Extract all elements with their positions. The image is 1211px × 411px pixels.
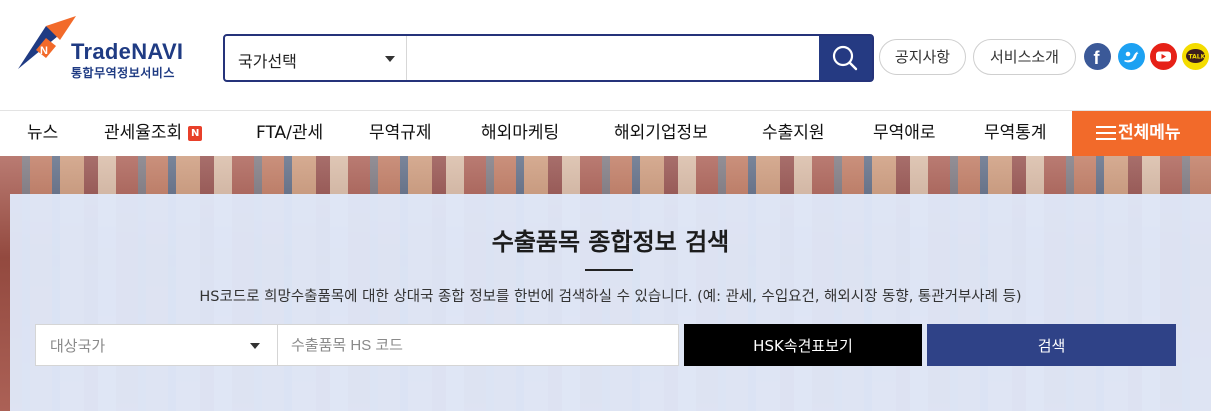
country-select-label: 국가선택 xyxy=(238,52,297,71)
service-intro-button[interactable]: 서비스소개 xyxy=(973,39,1076,75)
search-description: HS코드로 희망수출품목에 대한 상대국 종합 정보를 한번에 검색하실 수 있… xyxy=(199,289,1022,305)
target-country-label: 대상국가 xyxy=(50,337,106,355)
nav-item-trade-issues[interactable]: 무역애로 xyxy=(873,111,936,157)
hsk-table-button[interactable]: HSK속견표보기 xyxy=(684,324,922,366)
nav-item-news[interactable]: 뉴스 xyxy=(27,111,58,157)
logo-subtitle: 통합무역정보서비스 xyxy=(71,66,175,80)
all-menu-label: 전체메뉴 xyxy=(1118,123,1181,143)
notice-button[interactable]: 공지사항 xyxy=(879,39,966,75)
export-item-search-panel: 수출품목 종합정보 검색 HS코드로 희망수출품목에 대한 상대국 종합 정보를… xyxy=(10,194,1211,411)
logo-title: TradeNAVI xyxy=(71,39,184,64)
nav-item-fta-tariff[interactable]: FTA/관세 xyxy=(256,111,323,157)
nav-item-label: 관세율조회 xyxy=(104,123,183,143)
kakaotalk-icon[interactable]: TALK xyxy=(1182,43,1209,70)
hs-code-input[interactable] xyxy=(277,324,679,366)
tradenavi-logo[interactable]: N TradeNAVI 통합무역정보서비스 xyxy=(16,14,201,84)
logo-mark-icon: N xyxy=(18,16,76,69)
hero-background-image: 수출품목 종합정보 검색 HS코드로 희망수출품목에 대한 상대국 종합 정보를… xyxy=(0,156,1211,411)
svg-text:TALK: TALK xyxy=(1189,54,1206,61)
main-nav: 뉴스 관세율조회 N FTA/관세 무역규제 해외마케팅 해외기업정보 수출지원 … xyxy=(0,110,1211,157)
global-search-bar: 국가선택 xyxy=(223,34,874,82)
global-search-button[interactable] xyxy=(819,36,872,80)
country-select[interactable]: 국가선택 xyxy=(225,36,407,80)
new-badge: N xyxy=(188,126,203,141)
nav-item-tariff-lookup[interactable]: 관세율조회 N xyxy=(104,111,203,157)
search-button[interactable]: 검색 xyxy=(927,324,1176,366)
nav-item-export-support[interactable]: 수출지원 xyxy=(762,111,825,157)
svg-text:f: f xyxy=(1094,48,1101,68)
target-country-select[interactable]: 대상국가 xyxy=(35,324,281,366)
global-search-input[interactable] xyxy=(408,36,820,80)
nav-item-overseas-company[interactable]: 해외기업정보 xyxy=(614,111,708,157)
hamburger-icon xyxy=(1096,126,1116,141)
page-title: 수출품목 종합정보 검색 xyxy=(491,228,730,256)
site-header: N TradeNAVI 통합무역정보서비스 국가선택 공지사항 서비스소개 f … xyxy=(0,0,1211,110)
all-menu-button[interactable]: 전체메뉴 xyxy=(1072,111,1211,157)
search-icon xyxy=(832,45,858,71)
svg-text:N: N xyxy=(40,45,48,57)
twitter-icon[interactable] xyxy=(1118,43,1145,70)
facebook-icon[interactable]: f xyxy=(1084,43,1111,70)
chevron-down-icon xyxy=(250,343,260,349)
nav-item-trade-regulation[interactable]: 무역규제 xyxy=(369,111,432,157)
chevron-down-icon xyxy=(385,56,395,62)
nav-item-overseas-marketing[interactable]: 해외마케팅 xyxy=(481,111,559,157)
nav-item-trade-statistics[interactable]: 무역통계 xyxy=(984,111,1047,157)
title-divider xyxy=(585,269,633,271)
youtube-icon[interactable] xyxy=(1150,43,1177,70)
